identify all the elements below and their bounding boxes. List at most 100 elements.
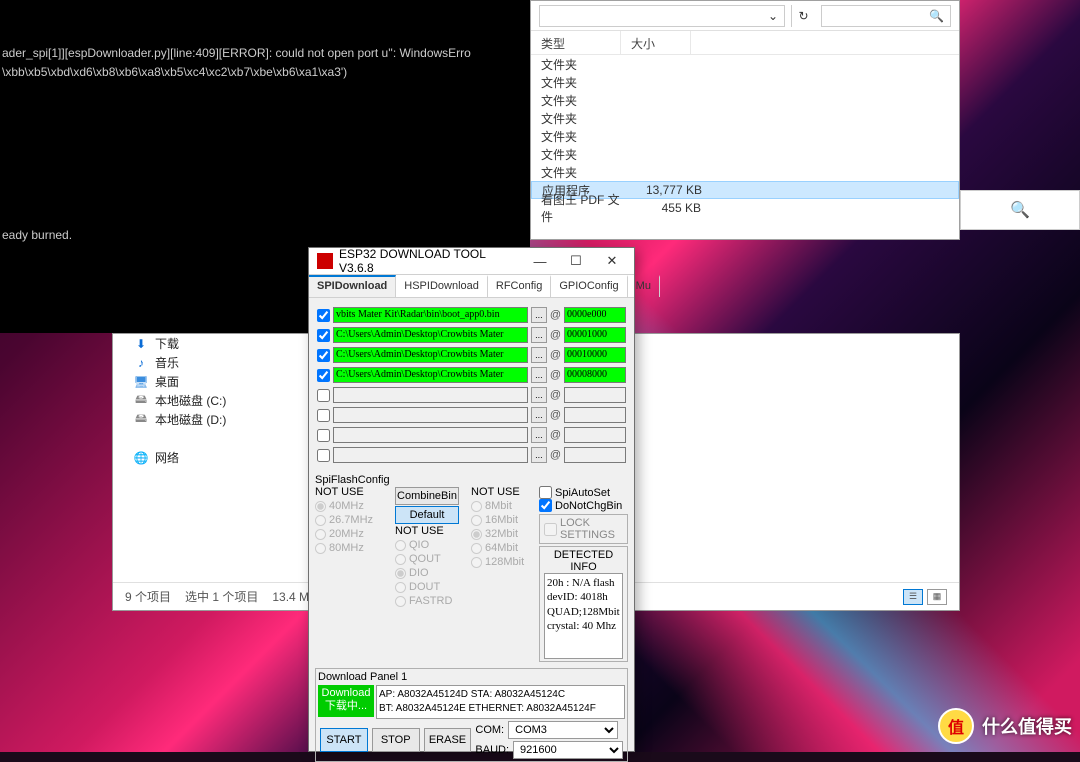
browse-button[interactable]: ... bbox=[531, 387, 547, 403]
row-checkbox[interactable] bbox=[317, 309, 330, 322]
tab-spidownload[interactable]: SPIDownload bbox=[309, 275, 396, 297]
title-bar[interactable]: ESP32 DOWNLOAD TOOL V3.6.8 — ☐ ✕ bbox=[309, 248, 634, 274]
path-field[interactable] bbox=[333, 447, 528, 463]
radio-64Mbit[interactable]: 64Mbit bbox=[471, 542, 533, 554]
sidebar-item[interactable]: 🖴本地磁盘 (D:) bbox=[113, 410, 311, 429]
close-button[interactable]: ✕ bbox=[594, 249, 630, 273]
file-rows: vbits Mater Kit\Radar\bin\boot_app0.bin … bbox=[309, 298, 634, 474]
browse-button[interactable]: ... bbox=[531, 347, 547, 363]
radio-FASTRD[interactable]: FASTRD bbox=[395, 595, 465, 607]
minimize-button[interactable]: — bbox=[522, 249, 558, 273]
at-icon: @ bbox=[550, 309, 561, 321]
combinebin-button[interactable]: CombineBin bbox=[395, 487, 459, 505]
addr-field[interactable] bbox=[564, 407, 626, 423]
refresh-button[interactable]: ↻ bbox=[791, 5, 815, 27]
bin-row: ... @ bbox=[317, 446, 626, 464]
browse-button[interactable]: ... bbox=[531, 427, 547, 443]
com-select[interactable]: COM3 bbox=[508, 721, 618, 739]
view-icons-button[interactable]: ▦ bbox=[927, 589, 947, 605]
radio-80MHz[interactable]: 80MHz bbox=[315, 542, 389, 554]
path-field[interactable] bbox=[333, 387, 528, 403]
esp-download-tool-window: ESP32 DOWNLOAD TOOL V3.6.8 — ☐ ✕ SPIDown… bbox=[308, 247, 635, 752]
row-checkbox[interactable] bbox=[317, 329, 330, 342]
sidebar-item[interactable]: ⬇下载 bbox=[113, 334, 311, 353]
file-row[interactable]: 文件夹 bbox=[531, 145, 959, 163]
search-field[interactable]: 🔍 bbox=[821, 5, 951, 27]
path-field[interactable] bbox=[333, 407, 528, 423]
chevron-down-icon[interactable]: ⌄ bbox=[768, 9, 778, 23]
sidebar-item[interactable]: ♪音乐 bbox=[113, 353, 311, 372]
explorer-sidebar: ⬇下载♪音乐🖥桌面🖴本地磁盘 (C:)🖴本地磁盘 (D:) 🌐网络 bbox=[113, 334, 311, 580]
row-checkbox[interactable] bbox=[317, 449, 330, 462]
app-icon bbox=[317, 253, 333, 269]
file-row[interactable]: 文件夹 bbox=[531, 55, 959, 73]
file-row[interactable]: 文件夹 bbox=[531, 91, 959, 109]
browse-button[interactable]: ... bbox=[531, 407, 547, 423]
addr-field[interactable]: 0000e000 bbox=[564, 307, 626, 323]
path-field[interactable]: vbits Mater Kit\Radar\bin\boot_app0.bin bbox=[333, 307, 528, 323]
start-button[interactable]: START bbox=[320, 728, 368, 752]
row-checkbox[interactable] bbox=[317, 429, 330, 442]
browse-button[interactable]: ... bbox=[531, 307, 547, 323]
baud-label: BAUD: bbox=[475, 744, 509, 756]
baud-select[interactable]: 921600 bbox=[513, 741, 623, 759]
addr-field[interactable] bbox=[564, 447, 626, 463]
radio-8Mbit[interactable]: 8Mbit bbox=[471, 500, 533, 512]
browse-button[interactable]: ... bbox=[531, 367, 547, 383]
radio-QIO[interactable]: QIO bbox=[395, 539, 465, 551]
tab-gpioconfig[interactable]: GPIOConfig bbox=[551, 275, 627, 297]
view-details-button[interactable]: ☰ bbox=[903, 589, 923, 605]
row-checkbox[interactable] bbox=[317, 389, 330, 402]
radio-32Mbit[interactable]: 32Mbit bbox=[471, 528, 533, 540]
stop-button[interactable]: STOP bbox=[372, 728, 420, 752]
radio-40MHz[interactable]: 40MHz bbox=[315, 500, 389, 512]
at-icon: @ bbox=[550, 389, 561, 401]
path-field[interactable]: C:\Users\Admin\Desktop\Crowbits Mater bbox=[333, 327, 528, 343]
search-panel[interactable]: 🔍 bbox=[960, 190, 1080, 230]
addr-field[interactable] bbox=[564, 427, 626, 443]
path-field[interactable] bbox=[333, 427, 528, 443]
address-bar[interactable]: ⌄ bbox=[539, 5, 785, 27]
tab-more[interactable]: Mu bbox=[628, 275, 660, 297]
file-row[interactable]: 文件夹 bbox=[531, 73, 959, 91]
erase-button[interactable]: ERASE bbox=[424, 728, 472, 752]
browse-button[interactable]: ... bbox=[531, 327, 547, 343]
file-row[interactable]: 文件夹 bbox=[531, 127, 959, 145]
col-size[interactable]: 大小 bbox=[621, 31, 691, 54]
radio-20MHz[interactable]: 20MHz bbox=[315, 528, 389, 540]
sidebar-item[interactable]: 🖥桌面 bbox=[113, 372, 311, 391]
addr-field[interactable]: 00010000 bbox=[564, 347, 626, 363]
sidebar-item[interactable]: 🌐网络 bbox=[113, 448, 311, 467]
addr-field[interactable]: 00001000 bbox=[564, 327, 626, 343]
row-checkbox[interactable] bbox=[317, 409, 330, 422]
radio-DOUT[interactable]: DOUT bbox=[395, 581, 465, 593]
path-field[interactable]: C:\Users\Admin\Desktop\Crowbits Mater bbox=[333, 347, 528, 363]
bin-row: ... @ bbox=[317, 426, 626, 444]
watermark-text: 什么值得买 bbox=[982, 713, 1072, 739]
sidebar-item[interactable]: 🖴本地磁盘 (C:) bbox=[113, 391, 311, 410]
radio-DIO[interactable]: DIO bbox=[395, 567, 465, 579]
radio-16Mbit[interactable]: 16Mbit bbox=[471, 514, 533, 526]
radio-128Mbit[interactable]: 128Mbit bbox=[471, 556, 533, 568]
radio-QOUT[interactable]: QOUT bbox=[395, 553, 465, 565]
radio-26.7MHz[interactable]: 26.7MHz bbox=[315, 514, 389, 526]
lock-settings[interactable]: LOCK SETTINGS bbox=[539, 514, 628, 544]
col-type[interactable]: 类型 bbox=[531, 31, 621, 54]
at-icon: @ bbox=[550, 329, 561, 341]
tab-hspidownload[interactable]: HSPIDownload bbox=[396, 275, 488, 297]
row-checkbox[interactable] bbox=[317, 369, 330, 382]
maximize-button[interactable]: ☐ bbox=[558, 249, 594, 273]
donotchgbin-check[interactable]: DoNotChgBin bbox=[539, 499, 628, 512]
row-checkbox[interactable] bbox=[317, 349, 330, 362]
addr-field[interactable] bbox=[564, 387, 626, 403]
at-icon: @ bbox=[550, 349, 561, 361]
tab-rfconfig[interactable]: RFConfig bbox=[488, 275, 551, 297]
file-row[interactable]: 文件夹 bbox=[531, 163, 959, 181]
browse-button[interactable]: ... bbox=[531, 447, 547, 463]
addr-field[interactable]: 00008000 bbox=[564, 367, 626, 383]
file-row[interactable]: 看图王 PDF 文件455 KB bbox=[531, 199, 959, 217]
spiautoset-check[interactable]: SpiAutoSet bbox=[539, 486, 628, 499]
default-button[interactable]: Default bbox=[395, 506, 459, 524]
file-row[interactable]: 文件夹 bbox=[531, 109, 959, 127]
path-field[interactable]: C:\Users\Admin\Desktop\Crowbits Mater bbox=[333, 367, 528, 383]
